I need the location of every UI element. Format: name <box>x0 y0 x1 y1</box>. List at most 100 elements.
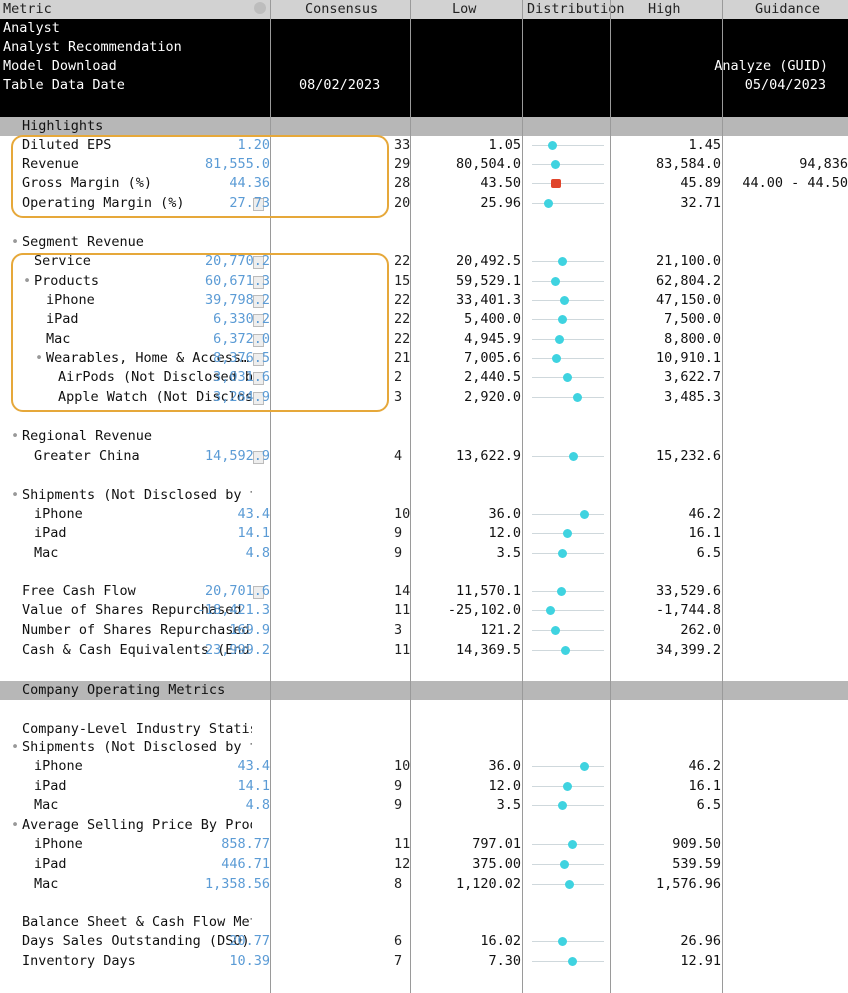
settings-icon[interactable] <box>254 2 266 14</box>
consensus-value[interactable]: 20,701.6 <box>205 582 270 601</box>
column-divider <box>522 0 523 993</box>
expand-bullet-icon[interactable]: • <box>11 816 19 835</box>
consensus-value[interactable]: 4.8 <box>246 544 270 563</box>
estimate-count: 9 <box>394 797 403 813</box>
table-row[interactable]: Mac 4.8 9 3.5 6.5 <box>0 796 848 815</box>
table-row[interactable]: Mac 4.8 9 3.5 6.5 <box>0 544 848 563</box>
low-value: 11,570.1 <box>455 583 521 599</box>
col-guidance[interactable]: Guidance <box>755 1 820 19</box>
distribution-marker[interactable] <box>569 452 578 461</box>
distribution-marker[interactable] <box>563 782 572 791</box>
distribution-marker[interactable] <box>561 646 570 655</box>
metric-label: iPhone <box>34 758 83 774</box>
consensus-value[interactable]: 1,358.56 <box>205 875 270 894</box>
consensus-value[interactable]: 446.71 <box>221 855 270 874</box>
table-row[interactable]: Company-Level Industry Statis… <box>0 720 848 739</box>
expand-bullet-icon[interactable]: • <box>11 738 19 757</box>
distribution-marker[interactable] <box>558 801 567 810</box>
expand-bullet-icon[interactable]: • <box>11 486 19 505</box>
consensus-value[interactable]: 14,592.9 <box>205 447 270 466</box>
table-row[interactable]: Mac 1,358.56 8 1,120.02 1,576.96 <box>0 875 848 894</box>
col-consensus[interactable]: Consensus <box>305 1 378 19</box>
consensus-value[interactable]: 43.4 <box>237 757 270 776</box>
distribution-marker[interactable] <box>580 510 589 519</box>
high-value: 45.89 <box>680 175 721 191</box>
estimate-count: 12 <box>394 856 410 872</box>
high-value: 12.91 <box>680 953 721 969</box>
distribution-marker[interactable] <box>551 626 560 635</box>
table-row[interactable]: • Regional Revenue <box>0 427 848 446</box>
distribution-marker[interactable] <box>560 296 569 305</box>
distribution-marker[interactable] <box>557 587 566 596</box>
consensus-value[interactable]: 10.39 <box>229 952 270 971</box>
table-row[interactable]: Cash & Cash Equivalents (End … 23,999.2 11… <box>0 641 848 660</box>
distribution-marker[interactable] <box>560 860 569 869</box>
consensus-value[interactable]: 20.77 <box>229 932 270 951</box>
estimate-count: 22 <box>394 311 410 327</box>
distribution-marker[interactable] <box>580 762 589 771</box>
table-row[interactable]: Balance Sheet & Cash Flow Met… <box>0 913 848 932</box>
table-row[interactable]: iPad 14.1 9 12.0 16.1 <box>0 524 848 543</box>
distribution-marker[interactable] <box>548 141 557 150</box>
distribution-marker[interactable] <box>558 315 567 324</box>
col-low[interactable]: Low <box>452 1 476 19</box>
table-row[interactable]: • Segment Revenue <box>0 233 848 252</box>
col-metric[interactable]: Metric <box>3 1 52 19</box>
distribution-marker[interactable] <box>568 840 577 849</box>
distribution-track <box>532 183 604 184</box>
expand-bullet-icon[interactable]: • <box>11 233 19 252</box>
section-title: Company Operating Metrics <box>22 682 226 698</box>
table-row[interactable]: • Shipments (Not Disclosed by t… <box>0 738 848 757</box>
distribution-marker[interactable] <box>551 179 561 188</box>
table-row[interactable]: Inventory Days 10.39 7 7.30 12.91 <box>0 952 848 971</box>
distribution-marker[interactable] <box>568 957 577 966</box>
consensus-value[interactable]: -18,421.3 <box>197 601 270 620</box>
consensus-value[interactable]: 169.9 <box>229 621 270 640</box>
analyze-guid-link[interactable]: Analyze (GUID) <box>714 57 828 76</box>
distribution-marker[interactable] <box>565 880 574 889</box>
estimate-count: 22 <box>394 253 410 269</box>
distribution-track <box>532 261 604 262</box>
consensus-value[interactable]: 858.77 <box>221 835 270 854</box>
distribution-marker[interactable] <box>555 335 564 344</box>
high-value: 21,100.0 <box>655 253 721 269</box>
table-row[interactable]: iPhone 43.4 10 36.0 46.2 <box>0 505 848 524</box>
distribution-marker[interactable] <box>551 277 560 286</box>
table-row[interactable]: iPhone 858.77 11 797.01 909.50 <box>0 835 848 854</box>
distribution-marker[interactable] <box>558 549 567 558</box>
distribution-marker[interactable] <box>558 257 567 266</box>
consensus-value[interactable]: 23,999.2 <box>205 641 270 660</box>
distribution-marker[interactable] <box>552 354 561 363</box>
table-row[interactable]: Free Cash Flow 20,701.6 14 11,570.1 33,529.6 <box>0 582 848 601</box>
consensus-value[interactable]: 43.4 <box>237 505 270 524</box>
col-high[interactable]: High <box>648 1 681 19</box>
section-highlights[interactable]: Highlights <box>0 117 848 136</box>
high-value: 3,622.7 <box>664 369 721 385</box>
high-value: 7,500.0 <box>664 311 721 327</box>
table-row[interactable]: • Average Selling Price By Prod… <box>0 816 848 835</box>
table-row[interactable]: iPad 14.1 9 12.0 16.1 <box>0 777 848 796</box>
distribution-marker[interactable] <box>573 393 582 402</box>
estimate-count: 11 <box>394 836 410 852</box>
distribution-marker[interactable] <box>546 606 555 615</box>
distribution-marker[interactable] <box>544 199 553 208</box>
table-row[interactable]: Value of Shares Repurchased -18,421.3 11 -2… <box>0 601 848 620</box>
table-row[interactable]: Days Sales Outstanding (DSO) 20.77 6 16.02 2… <box>0 932 848 951</box>
table-row[interactable]: iPad 446.71 12 375.00 539.59 <box>0 855 848 874</box>
consensus-value[interactable]: 14.1 <box>237 777 270 796</box>
distribution-marker[interactable] <box>563 529 572 538</box>
expand-bullet-icon[interactable]: • <box>11 427 19 446</box>
info-label: Analyst <box>3 20 60 36</box>
info-panel: Analyst Analyst Recommendation Model Dow… <box>0 19 848 117</box>
table-row[interactable]: iPhone 43.4 10 36.0 46.2 <box>0 757 848 776</box>
info-row: Analyst <box>0 19 848 38</box>
distribution-marker[interactable] <box>558 937 567 946</box>
table-row[interactable]: Greater China 14,592.9 4 13,622.9 15,232.6 <box>0 447 848 466</box>
consensus-value[interactable]: 14.1 <box>237 524 270 543</box>
table-row[interactable]: • Shipments (Not Disclosed by t… <box>0 486 848 505</box>
distribution-marker[interactable] <box>563 373 572 382</box>
table-row[interactable]: Number of Shares Repurchased 169.9 3 121.2 2… <box>0 621 848 640</box>
distribution-marker[interactable] <box>551 160 560 169</box>
consensus-value[interactable]: 4.8 <box>246 796 270 815</box>
section-company-operating-metrics[interactable]: Company Operating Metrics <box>0 681 848 700</box>
